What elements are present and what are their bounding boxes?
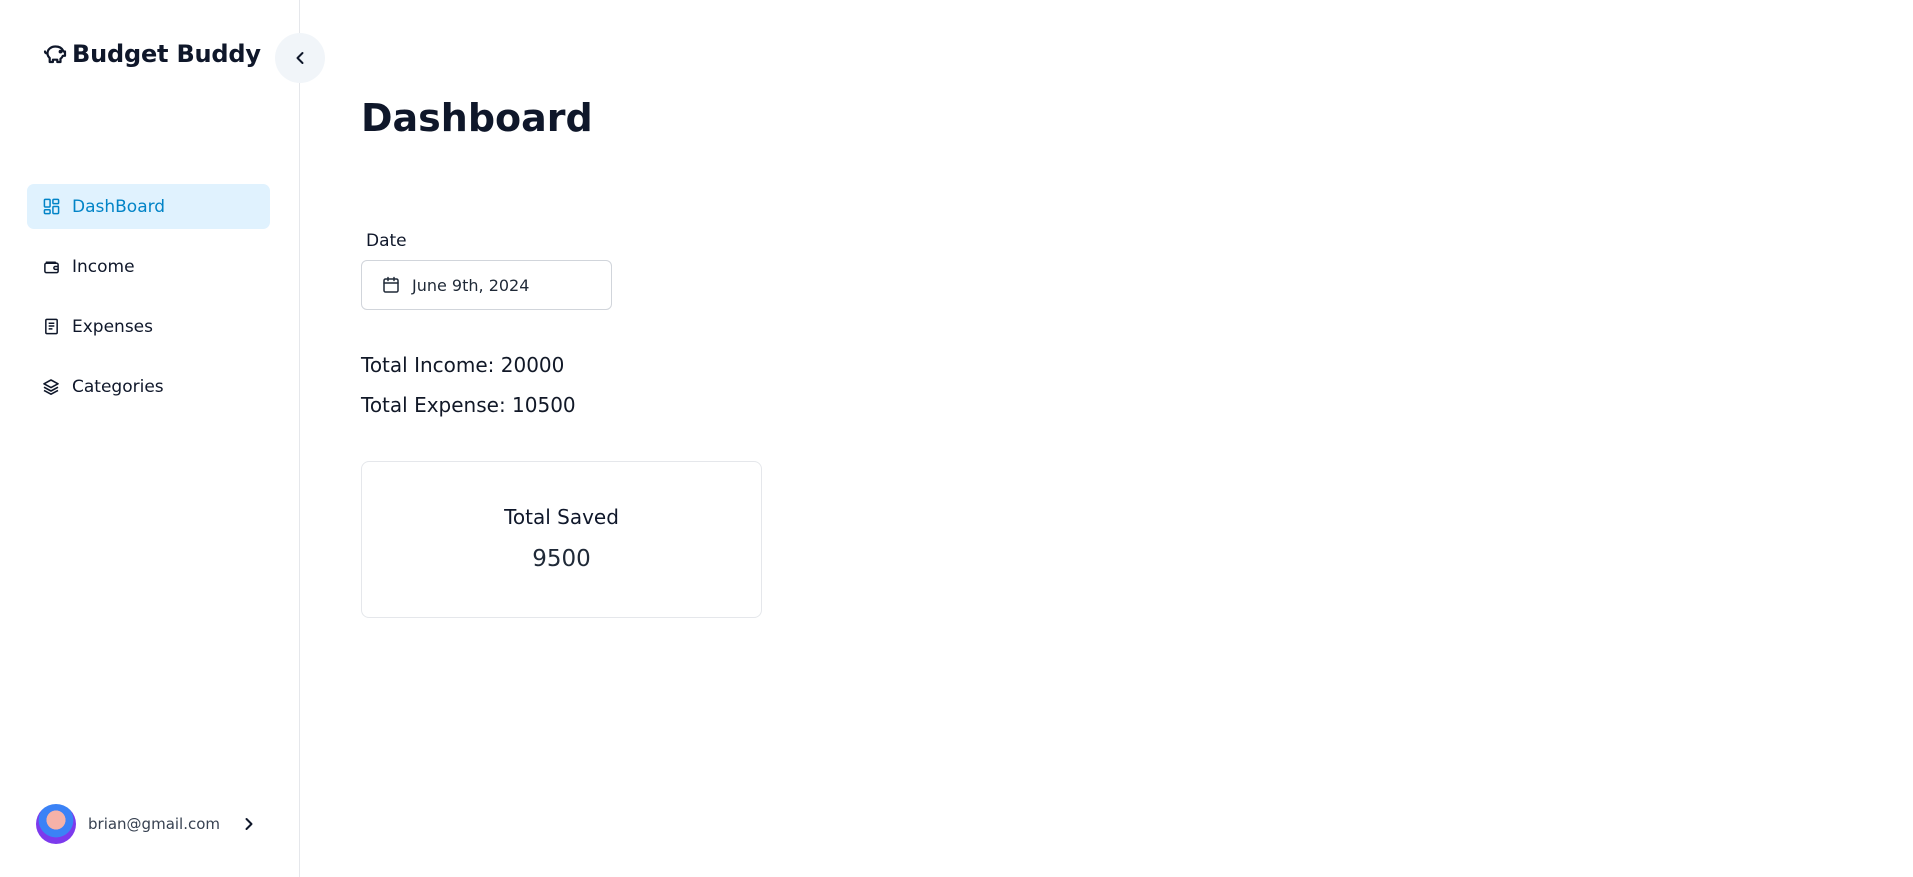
app-title: Budget Buddy xyxy=(72,40,261,68)
sidebar: Budget Buddy DashBoard Income Expenses C… xyxy=(0,0,325,877)
date-picker-button[interactable]: June 9th, 2024 xyxy=(361,260,612,310)
date-value: June 9th, 2024 xyxy=(412,275,530,295)
sidebar-item-expenses[interactable]: Expenses xyxy=(27,304,270,349)
calendar-icon xyxy=(382,276,400,294)
page-title: Dashboard xyxy=(361,96,593,140)
piggy-bank-icon xyxy=(42,42,70,66)
collapse-sidebar-button[interactable] xyxy=(275,33,325,83)
sidebar-item-label: Income xyxy=(72,256,135,277)
sidebar-item-label: Expenses xyxy=(72,316,153,337)
user-profile-button[interactable]: brian@gmail.com xyxy=(36,804,256,844)
date-label: Date xyxy=(366,231,407,251)
sidebar-item-categories[interactable]: Categories xyxy=(27,364,270,409)
receipt-icon xyxy=(42,318,60,336)
total-saved-card: Total Saved 9500 xyxy=(361,461,762,618)
wallet-icon xyxy=(42,258,60,276)
chevron-left-icon xyxy=(292,50,308,66)
sidebar-item-label: DashBoard xyxy=(72,196,166,217)
sidebar-item-label: Categories xyxy=(72,376,164,397)
total-income: Total Income: 20000 xyxy=(361,353,565,377)
dashboard-icon xyxy=(42,198,60,216)
sidebar-item-dashboard[interactable]: DashBoard xyxy=(27,184,270,229)
total-saved-title: Total Saved xyxy=(504,505,619,529)
avatar xyxy=(36,804,76,844)
sidebar-nav: DashBoard Income Expenses Categories xyxy=(27,184,270,424)
chevron-right-icon xyxy=(242,816,256,832)
total-expense: Total Expense: 10500 xyxy=(361,393,576,417)
total-saved-value: 9500 xyxy=(532,546,591,572)
sidebar-item-income[interactable]: Income xyxy=(27,244,270,289)
user-email: brian@gmail.com xyxy=(88,815,221,833)
brand[interactable]: Budget Buddy xyxy=(42,40,261,68)
layers-icon xyxy=(42,378,60,396)
